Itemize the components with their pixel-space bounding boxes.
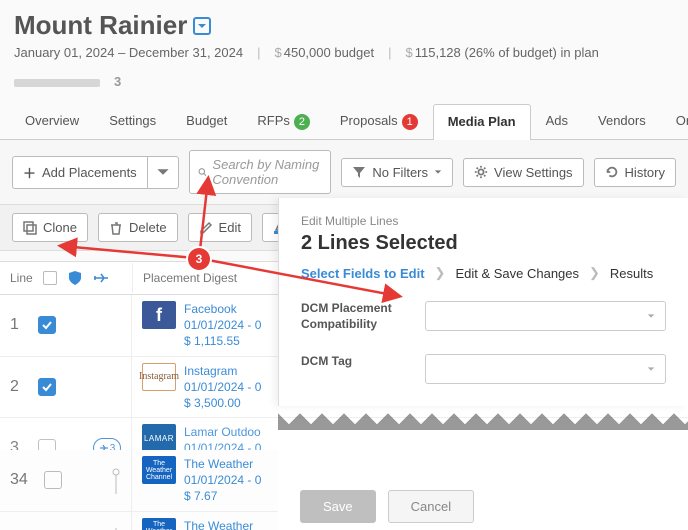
step-results: Results (610, 266, 653, 281)
select-all-checkbox[interactable] (43, 271, 57, 285)
placement-digest[interactable]: Instagram 01/01/2024 - 0 $ 3,500.00 (184, 363, 261, 412)
add-placements-button[interactable]: ＋Add Placements (12, 156, 147, 189)
placement-digest[interactable]: The Weather 01/01/2024 - 0 $ 7.67 (184, 456, 261, 505)
table-row[interactable]: 34 TheWeatherChannel The Weather 01/01/2… (0, 450, 280, 512)
save-button[interactable]: Save (300, 490, 376, 523)
chevron-down-icon (434, 168, 442, 176)
vendor-logo-lamar: LAMAR (142, 424, 176, 452)
tab-settings[interactable]: Settings (94, 103, 171, 139)
plane-icon[interactable] (93, 270, 109, 286)
add-placements-caret[interactable] (147, 156, 179, 189)
rfps-badge: 2 (294, 114, 310, 130)
filter-icon (352, 165, 366, 179)
dcm-tag-select[interactable] (425, 354, 666, 384)
row-number: 1 (10, 316, 28, 334)
in-plan-text: $115,128 (26% of budget) in plan (406, 45, 599, 60)
annotation-badge: 3 (188, 248, 210, 270)
vendor-logo-weather: TheWeatherChannel (142, 456, 176, 484)
page-title: Mount Rainier (14, 10, 187, 41)
budget-progress-bar (14, 79, 100, 87)
step-select-fields[interactable]: Select Fields to Edit (301, 266, 425, 281)
torn-edge (278, 408, 688, 430)
chevron-down-icon (647, 312, 655, 320)
separator: | (388, 45, 391, 60)
date-range: January 01, 2024 – December 31, 2024 (14, 45, 243, 60)
tab-rfps[interactable]: RFPs2 (242, 103, 325, 139)
title-dropdown-icon[interactable] (193, 17, 211, 35)
row-number: 2 (10, 378, 28, 396)
tab-vendors[interactable]: Vendors (583, 103, 661, 139)
field-label-dcm-tag: DCM Tag (301, 354, 411, 370)
search-input[interactable]: Search by Naming Convention (189, 150, 332, 194)
budget-text: $450,000 budget (275, 45, 375, 60)
tabs: Overview Settings Budget RFPs2 Proposals… (0, 103, 688, 140)
tab-ads[interactable]: Ads (531, 103, 583, 139)
vendor-logo-facebook: f (142, 301, 176, 329)
filters-button[interactable]: No Filters (341, 158, 453, 187)
chevron-right-icon: ❯ (435, 265, 446, 281)
clone-icon (23, 221, 37, 235)
clone-button[interactable]: Clone (12, 213, 88, 242)
vendor-logo-instagram: Instagram (142, 363, 176, 391)
placement-digest[interactable]: The Weather 01/01/2024 - 0 $ 7.67 (184, 518, 261, 530)
tab-proposals[interactable]: Proposals1 (325, 103, 433, 139)
row-number: 34 (10, 471, 34, 489)
panel-title: 2 Lines Selected (301, 232, 666, 255)
shield-icon[interactable] (67, 270, 83, 286)
placement-digest[interactable]: Facebook 01/01/2024 - 0 $ 1,115.55 (184, 301, 261, 350)
proposals-badge: 1 (402, 114, 418, 130)
panel-subtitle: Edit Multiple Lines (301, 214, 666, 228)
gear-icon (474, 165, 488, 179)
vendor-logo-weather: TheWeatherChannel (142, 518, 176, 530)
row-checkbox[interactable] (44, 471, 62, 489)
column-line-header[interactable]: Line (10, 271, 33, 285)
step-edit-save: Edit & Save Changes (455, 266, 579, 281)
row-checkbox[interactable] (38, 378, 56, 396)
edit-button[interactable]: Edit (188, 213, 252, 242)
chevron-right-icon: ❯ (589, 265, 600, 281)
panel-footer: Save Cancel (278, 480, 688, 530)
view-settings-button[interactable]: View Settings (463, 158, 584, 187)
separator: | (257, 45, 260, 60)
cancel-button[interactable]: Cancel (388, 490, 474, 523)
trailing-count: 3 (114, 74, 121, 89)
field-label-dcm-compat: DCM Placement Compatibility (301, 301, 411, 332)
delete-button[interactable]: Delete (98, 213, 178, 242)
row-checkbox[interactable] (38, 316, 56, 334)
tab-budget[interactable]: Budget (171, 103, 242, 139)
tab-media-plan[interactable]: Media Plan (433, 104, 531, 140)
dcm-compat-select[interactable] (425, 301, 666, 331)
pencil-icon (199, 221, 213, 235)
history-button[interactable]: History (594, 158, 676, 187)
search-icon (198, 165, 207, 179)
chevron-down-icon (647, 365, 655, 373)
row-connector-icon (111, 466, 121, 494)
trash-icon (109, 221, 123, 235)
edit-panel: Edit Multiple Lines 2 Lines Selected Sel… (278, 198, 688, 406)
table-row[interactable]: 35 TheWeatherChannel The Weather 01/01/2… (0, 512, 280, 530)
history-icon (605, 165, 619, 179)
tab-orders[interactable]: Orders (661, 103, 688, 139)
tab-overview[interactable]: Overview (10, 103, 94, 139)
